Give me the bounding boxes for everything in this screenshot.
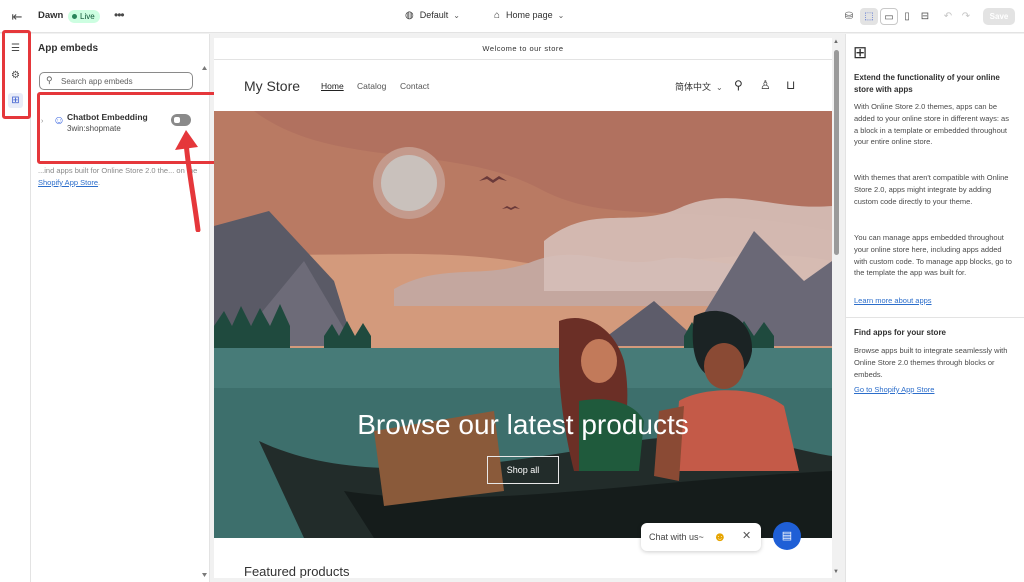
info-panel: ⊞ Extend the functionality of your onlin… [845,34,1024,582]
inspector-icon[interactable]: ⬚ [860,8,878,25]
home-icon: ⌂ [494,10,501,21]
info-paragraph-1: With Online Store 2.0 themes, apps can b… [854,102,1009,147]
search-icon: ⚲ [46,75,53,85]
theme-name: Dawn [38,10,64,21]
hero-banner: Browse our latest products Shop all [214,111,832,538]
info-paragraph-2: With themes that aren't compatible with … [854,173,1009,206]
chevron-down-icon: ⌄ [716,83,723,92]
database-icon[interactable]: ⛁ [840,8,858,25]
chevron-down-icon: ⌄ [557,11,565,20]
nav-catalog[interactable]: Catalog [357,81,386,91]
redo-icon[interactable]: ↷ [957,8,975,25]
scroll-up-icon[interactable]: ▲ [833,39,839,45]
preview-scrollbar[interactable]: ▲ ▼ [832,38,842,578]
more-actions-button[interactable]: ••• [114,8,125,22]
undo-icon[interactable]: ↶ [939,8,957,25]
find-apps-heading: Find apps for your store [854,328,947,337]
exit-icon[interactable]: ⇤ [9,9,25,25]
highlight-box-rail [2,30,31,119]
save-button[interactable]: Save [983,8,1015,25]
shop-all-button[interactable]: Shop all [487,456,559,484]
status-dot [72,14,77,19]
fullscreen-icon[interactable]: ⊟ [916,8,934,25]
live-badge-label: Live [80,12,95,21]
desktop-view-icon[interactable]: ▭ [880,8,898,25]
scroll-down-icon[interactable]: ▼ [833,569,839,575]
page-select-label: Home page [506,10,553,20]
find-apps-paragraph: Browse apps built to integrate seamlessl… [854,346,1008,379]
learn-more-link[interactable]: Learn more about apps [854,296,932,305]
account-icon[interactable]: ♙ [760,78,771,92]
template-select-label: Default [419,10,449,20]
scroll-thumb[interactable] [834,50,839,255]
chat-greeting-text: Chat with us~ [649,532,704,542]
chevron-down-icon: ⌄ [453,11,460,20]
nav-home[interactable]: Home [321,81,344,91]
language-label: 简体中文 [675,82,712,92]
panel-title: App embeds [38,43,99,54]
smile-emoji-icon: ☻ [713,529,727,544]
divider [846,317,1024,318]
arrow-annotation [175,130,201,232]
mobile-view-icon[interactable]: ▯ [898,8,916,25]
search-field[interactable]: ⚲ [39,72,193,90]
language-select[interactable]: 简体中文 ⌄ [675,80,723,93]
live-badge: Live [68,10,100,23]
app-store-link[interactable]: Go to Shopify App Store [854,385,934,394]
store-logo[interactable]: My Store [244,78,300,94]
apps-icon: ⊞ [853,43,868,62]
top-bar: ⇤ Dawn Live ••• ◍ Default ⌄ ⌂ Home page ⌄ ⛁ … [0,0,1024,33]
search-icon[interactable]: ⚲ [734,78,743,92]
info-paragraph-3: You can manage apps embedded throughout … [854,233,1012,278]
chat-greeting[interactable]: Chat with us~ ☻ ✕ [641,523,761,551]
cart-icon[interactable]: ⊔ [786,78,795,92]
nav-contact[interactable]: Contact [400,81,429,91]
close-icon[interactable]: ✕ [742,529,751,542]
info-heading: Extend the functionality of your online … [854,73,1000,94]
hero-title: Browse our latest products [357,409,689,440]
page-select[interactable]: ⌂ Home page ⌄ [494,10,564,21]
panel-note-end: . [98,178,101,187]
app-store-link[interactable]: Shopify App Store [38,178,98,187]
store-preview: Welcome to our store My Store Home Catal… [214,38,832,578]
globe-icon: ◍ [405,10,414,21]
chat-bubble-icon: ▤ [781,530,793,542]
template-select[interactable]: ◍ Default ⌄ [405,10,460,21]
featured-heading: Featured products [244,564,350,578]
chat-launcher-button[interactable]: ▤ [773,522,801,550]
announcement-bar: Welcome to our store [214,38,832,60]
search-input[interactable] [61,75,189,87]
